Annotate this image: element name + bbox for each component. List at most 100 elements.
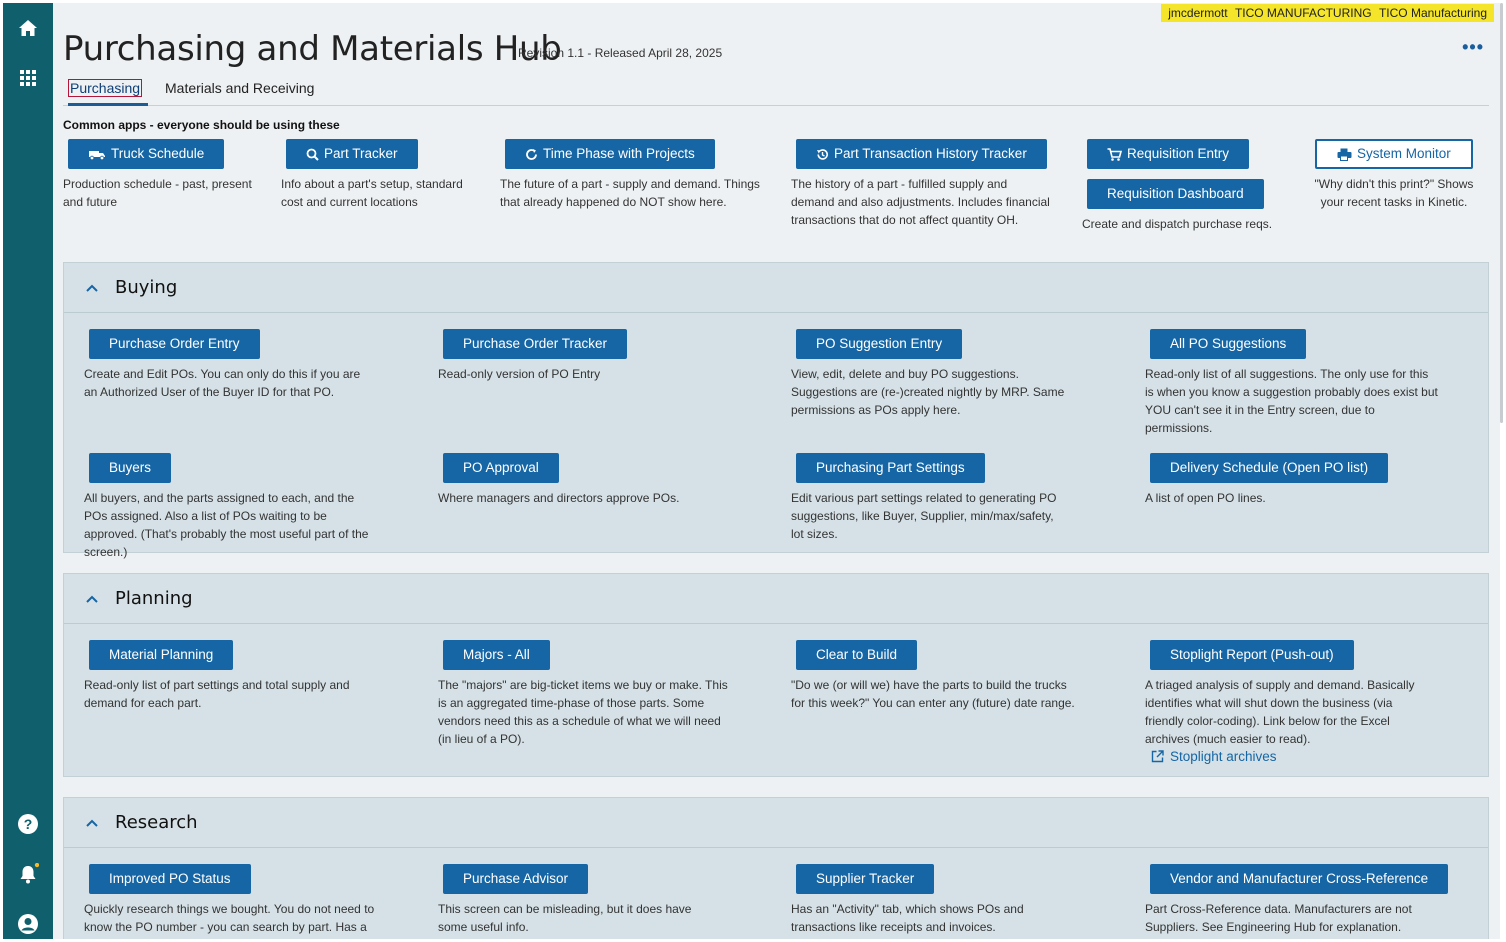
majors-all-label: Majors - All xyxy=(463,647,530,662)
vendor-manufacturer-xref-desc: Part Cross-Reference data. Manufacturers… xyxy=(1145,902,1412,934)
purchase-order-entry-desc: Create and Edit POs. You can only do thi… xyxy=(84,367,361,399)
help-icon[interactable]: ? xyxy=(17,813,39,835)
po-approval-desc: Where managers and directors approve POs… xyxy=(438,491,680,505)
user-name: jmcdermott xyxy=(1168,6,1228,20)
majors-all-button[interactable]: Majors - All xyxy=(443,640,550,670)
page-scrollbar[interactable] xyxy=(1500,3,1503,423)
planning-section: Planning Material Planning Read-only lis… xyxy=(63,573,1489,777)
time-phase-button[interactable]: Time Phase with Projects xyxy=(505,139,715,169)
home-icon[interactable] xyxy=(17,17,39,39)
purchasing-part-settings-desc: Edit various part settings related to ge… xyxy=(791,491,1057,541)
system-monitor-desc: "Why didn't this print?" Shows your rece… xyxy=(1314,177,1474,209)
supplier-tracker-desc: Has an "Activity" tab, which shows POs a… xyxy=(791,902,1024,934)
improved-po-status-button[interactable]: Improved PO Status xyxy=(89,864,251,894)
all-po-suggestions-label: All PO Suggestions xyxy=(1170,336,1287,351)
buyers-desc: All buyers, and the parts assigned to ea… xyxy=(84,491,369,559)
user-badge: jmcdermott TICO MANUFACTURING TICO Manuf… xyxy=(1161,4,1494,22)
system-monitor-button[interactable]: System Monitor xyxy=(1315,139,1473,169)
truck-schedule-label: Truck Schedule xyxy=(111,146,205,161)
clear-to-build-button[interactable]: Clear to Build xyxy=(796,640,918,670)
purchase-advisor-desc: This screen can be misleading, but it do… xyxy=(438,902,692,934)
company-name: TICO MANUFACTURING xyxy=(1234,6,1372,20)
material-planning-button[interactable]: Material Planning xyxy=(89,640,234,670)
time-phase-label: Time Phase with Projects xyxy=(543,146,695,161)
purchase-advisor-label: Purchase Advisor xyxy=(463,871,569,886)
buying-section-header[interactable]: Buying xyxy=(64,263,1488,313)
requisition-entry-button[interactable]: Requisition Entry xyxy=(1087,139,1250,169)
material-planning-label: Material Planning xyxy=(109,647,214,662)
common-apps-heading: Common apps - everyone should be using t… xyxy=(63,118,340,132)
part-transaction-history-label: Part Transaction History Tracker xyxy=(834,146,1027,161)
all-po-suggestions-button[interactable]: All PO Suggestions xyxy=(1150,329,1307,359)
chevron-up-icon[interactable] xyxy=(84,591,100,607)
planning-section-header[interactable]: Planning xyxy=(64,574,1488,624)
page-title: Purchasing and Materials Hub xyxy=(63,29,562,69)
purchase-order-tracker-button[interactable]: Purchase Order Tracker xyxy=(443,329,628,359)
delivery-schedule-button[interactable]: Delivery Schedule (Open PO list) xyxy=(1150,453,1389,483)
site-name: TICO Manufacturing xyxy=(1378,6,1487,20)
purchasing-part-settings-label: Purchasing Part Settings xyxy=(816,460,965,475)
part-transaction-history-button[interactable]: Part Transaction History Tracker xyxy=(796,139,1047,169)
chevron-up-icon[interactable] xyxy=(84,280,100,296)
po-suggestion-entry-desc: View, edit, delete and buy PO suggestion… xyxy=(791,367,1065,417)
printer-icon xyxy=(1337,148,1352,161)
buyers-label: Buyers xyxy=(109,460,152,475)
apps-grid-icon[interactable] xyxy=(17,67,39,89)
tab-materials-label: Materials and Receiving xyxy=(165,80,315,96)
vendor-manufacturer-xref-button[interactable]: Vendor and Manufacturer Cross-Reference xyxy=(1150,864,1449,894)
more-options-icon[interactable]: ••• xyxy=(1462,37,1484,58)
stoplight-archives-label: Stoplight archives xyxy=(1170,749,1277,764)
requisition-dashboard-label: Requisition Dashboard xyxy=(1107,186,1244,201)
material-planning-desc: Read-only list of part settings and tota… xyxy=(84,678,350,710)
tab-purchasing-label: Purchasing xyxy=(68,79,143,97)
delivery-schedule-label: Delivery Schedule (Open PO list) xyxy=(1170,460,1369,475)
majors-all-desc: The "majors" are big-ticket items we buy… xyxy=(438,678,728,746)
part-transaction-history-desc: The history of a part - fulfilled supply… xyxy=(791,177,1050,227)
truck-schedule-button[interactable]: Truck Schedule xyxy=(68,139,225,169)
po-suggestion-entry-button[interactable]: PO Suggestion Entry xyxy=(796,329,963,359)
cart-icon xyxy=(1107,147,1122,161)
system-monitor-label: System Monitor xyxy=(1357,146,1451,161)
chevron-up-icon[interactable] xyxy=(84,815,100,831)
all-po-suggestions-desc: Read-only list of all suggestions. The o… xyxy=(1145,367,1438,435)
refresh-icon xyxy=(526,148,537,160)
revision-text: Revision 1.1 - Released April 28, 2025 xyxy=(518,46,723,60)
purchase-advisor-button[interactable]: Purchase Advisor xyxy=(443,864,589,894)
account-icon[interactable] xyxy=(17,913,39,935)
history-icon xyxy=(817,148,828,160)
vendor-manufacturer-xref-label: Vendor and Manufacturer Cross-Reference xyxy=(1170,871,1429,886)
clear-to-build-label: Clear to Build xyxy=(816,647,898,662)
purchase-order-entry-button[interactable]: Purchase Order Entry xyxy=(89,329,260,359)
part-tracker-desc: Info about a part's setup, standard cost… xyxy=(281,177,463,209)
buyers-button[interactable]: Buyers xyxy=(89,453,172,483)
part-tracker-button[interactable]: Part Tracker xyxy=(286,139,418,169)
requisition-entry-label: Requisition Entry xyxy=(1127,146,1230,161)
time-phase-desc: The future of a part - supply and demand… xyxy=(500,177,760,209)
nav-rail: ? xyxy=(3,3,53,939)
purchasing-part-settings-button[interactable]: Purchasing Part Settings xyxy=(796,453,985,483)
planning-section-title: Planning xyxy=(115,588,193,609)
truck-schedule-desc: Production schedule - past, present and … xyxy=(63,177,252,209)
purchase-order-tracker-label: Purchase Order Tracker xyxy=(463,336,608,351)
truck-icon xyxy=(89,151,105,160)
stoplight-report-button[interactable]: Stoplight Report (Push-out) xyxy=(1150,640,1354,670)
supplier-tracker-label: Supplier Tracker xyxy=(816,871,915,886)
stoplight-archives-link[interactable]: Stoplight archives xyxy=(1151,749,1277,764)
requisition-dashboard-desc: Create and dispatch purchase reqs. xyxy=(1082,217,1273,231)
research-section-header[interactable]: Research xyxy=(64,798,1488,848)
improved-po-status-desc: Quickly research things we bought. You d… xyxy=(84,902,375,939)
tab-materials-and-receiving[interactable]: Materials and Receiving xyxy=(165,79,314,106)
clear-to-build-desc: "Do we (or will we) have the parts to bu… xyxy=(791,678,1075,710)
supplier-tracker-button[interactable]: Supplier Tracker xyxy=(796,864,935,894)
bell-icon[interactable] xyxy=(17,863,39,885)
part-tracker-label: Part Tracker xyxy=(324,146,398,161)
po-suggestion-entry-label: PO Suggestion Entry xyxy=(816,336,943,351)
po-approval-label: PO Approval xyxy=(463,460,539,475)
purchase-order-tracker-desc: Read-only version of PO Entry xyxy=(438,367,601,381)
improved-po-status-label: Improved PO Status xyxy=(109,871,231,886)
svg-text:?: ? xyxy=(24,816,33,832)
stoplight-report-desc: A triaged analysis of supply and demand.… xyxy=(1145,678,1415,746)
requisition-dashboard-button[interactable]: Requisition Dashboard xyxy=(1087,179,1264,209)
po-approval-button[interactable]: PO Approval xyxy=(443,453,559,483)
tab-purchasing[interactable]: Purchasing xyxy=(68,79,149,106)
